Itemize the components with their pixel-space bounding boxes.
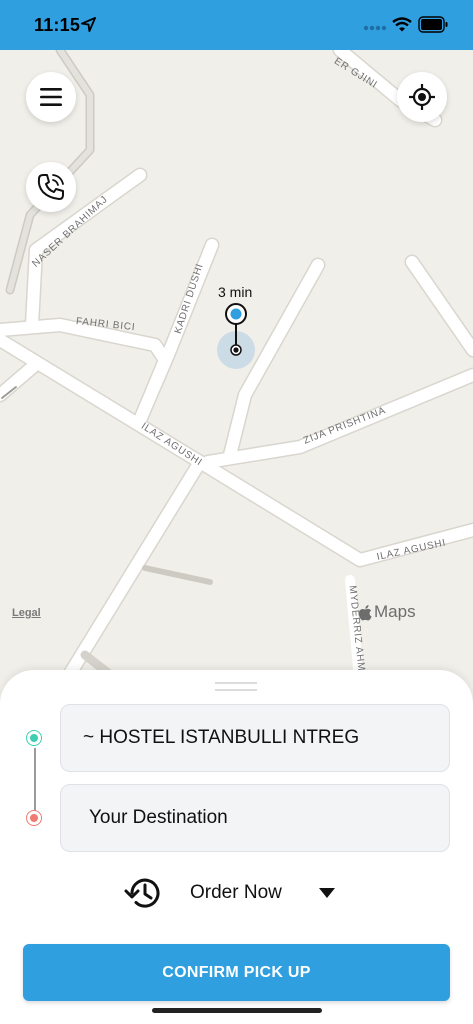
- order-time-selector[interactable]: Order Now: [124, 872, 336, 914]
- pickup-text: ~ HOSTEL ISTANBULLI NTREG: [83, 727, 360, 748]
- home-indicator: [152, 1008, 322, 1013]
- destination-field[interactable]: Your Destination: [60, 784, 450, 852]
- status-time: 11:15: [34, 15, 81, 35]
- route-connector: [34, 748, 36, 818]
- history-icon: [124, 878, 160, 908]
- map-view[interactable]: ER GJINI NASER BRAHIMAJ KADRI DUSHI FAHR…: [0, 50, 473, 690]
- status-bar: 11:15: [0, 0, 473, 50]
- signal-dots-icon: [363, 25, 387, 31]
- maps-brand: Maps: [358, 602, 416, 622]
- origin-dot-icon: [26, 730, 42, 746]
- order-mode-label: Order Now: [190, 882, 282, 903]
- menu-button[interactable]: [26, 72, 76, 122]
- maps-brand-label: Maps: [374, 602, 416, 621]
- confirm-pickup-label: CONFIRM PICK UP: [162, 963, 311, 981]
- pickup-field[interactable]: ~ HOSTEL ISTANBULLI NTREG: [60, 704, 450, 772]
- legal-link[interactable]: Legal: [12, 607, 41, 619]
- menu-icon: [40, 88, 62, 106]
- locate-me-button[interactable]: [397, 72, 447, 122]
- location-arrow-icon: [81, 17, 96, 32]
- wifi-icon: [392, 17, 412, 32]
- eta-label: 3 min: [218, 284, 253, 300]
- destination-text: Your Destination: [89, 807, 228, 828]
- call-button[interactable]: [26, 162, 76, 212]
- locate-icon: [409, 84, 435, 110]
- sheet-handle[interactable]: [215, 682, 257, 691]
- confirm-pickup-button[interactable]: CONFIRM PICK UP: [23, 944, 450, 1001]
- destination-dot-icon: [26, 810, 42, 826]
- booking-sheet: ~ HOSTEL ISTANBULLI NTREG Your Destinati…: [0, 670, 473, 1024]
- battery-icon: [418, 16, 448, 33]
- caret-down-icon: [318, 888, 335, 898]
- apple-logo-icon: [358, 604, 372, 620]
- phone-call-icon: [37, 174, 64, 200]
- current-location-marker[interactable]: [214, 302, 258, 374]
